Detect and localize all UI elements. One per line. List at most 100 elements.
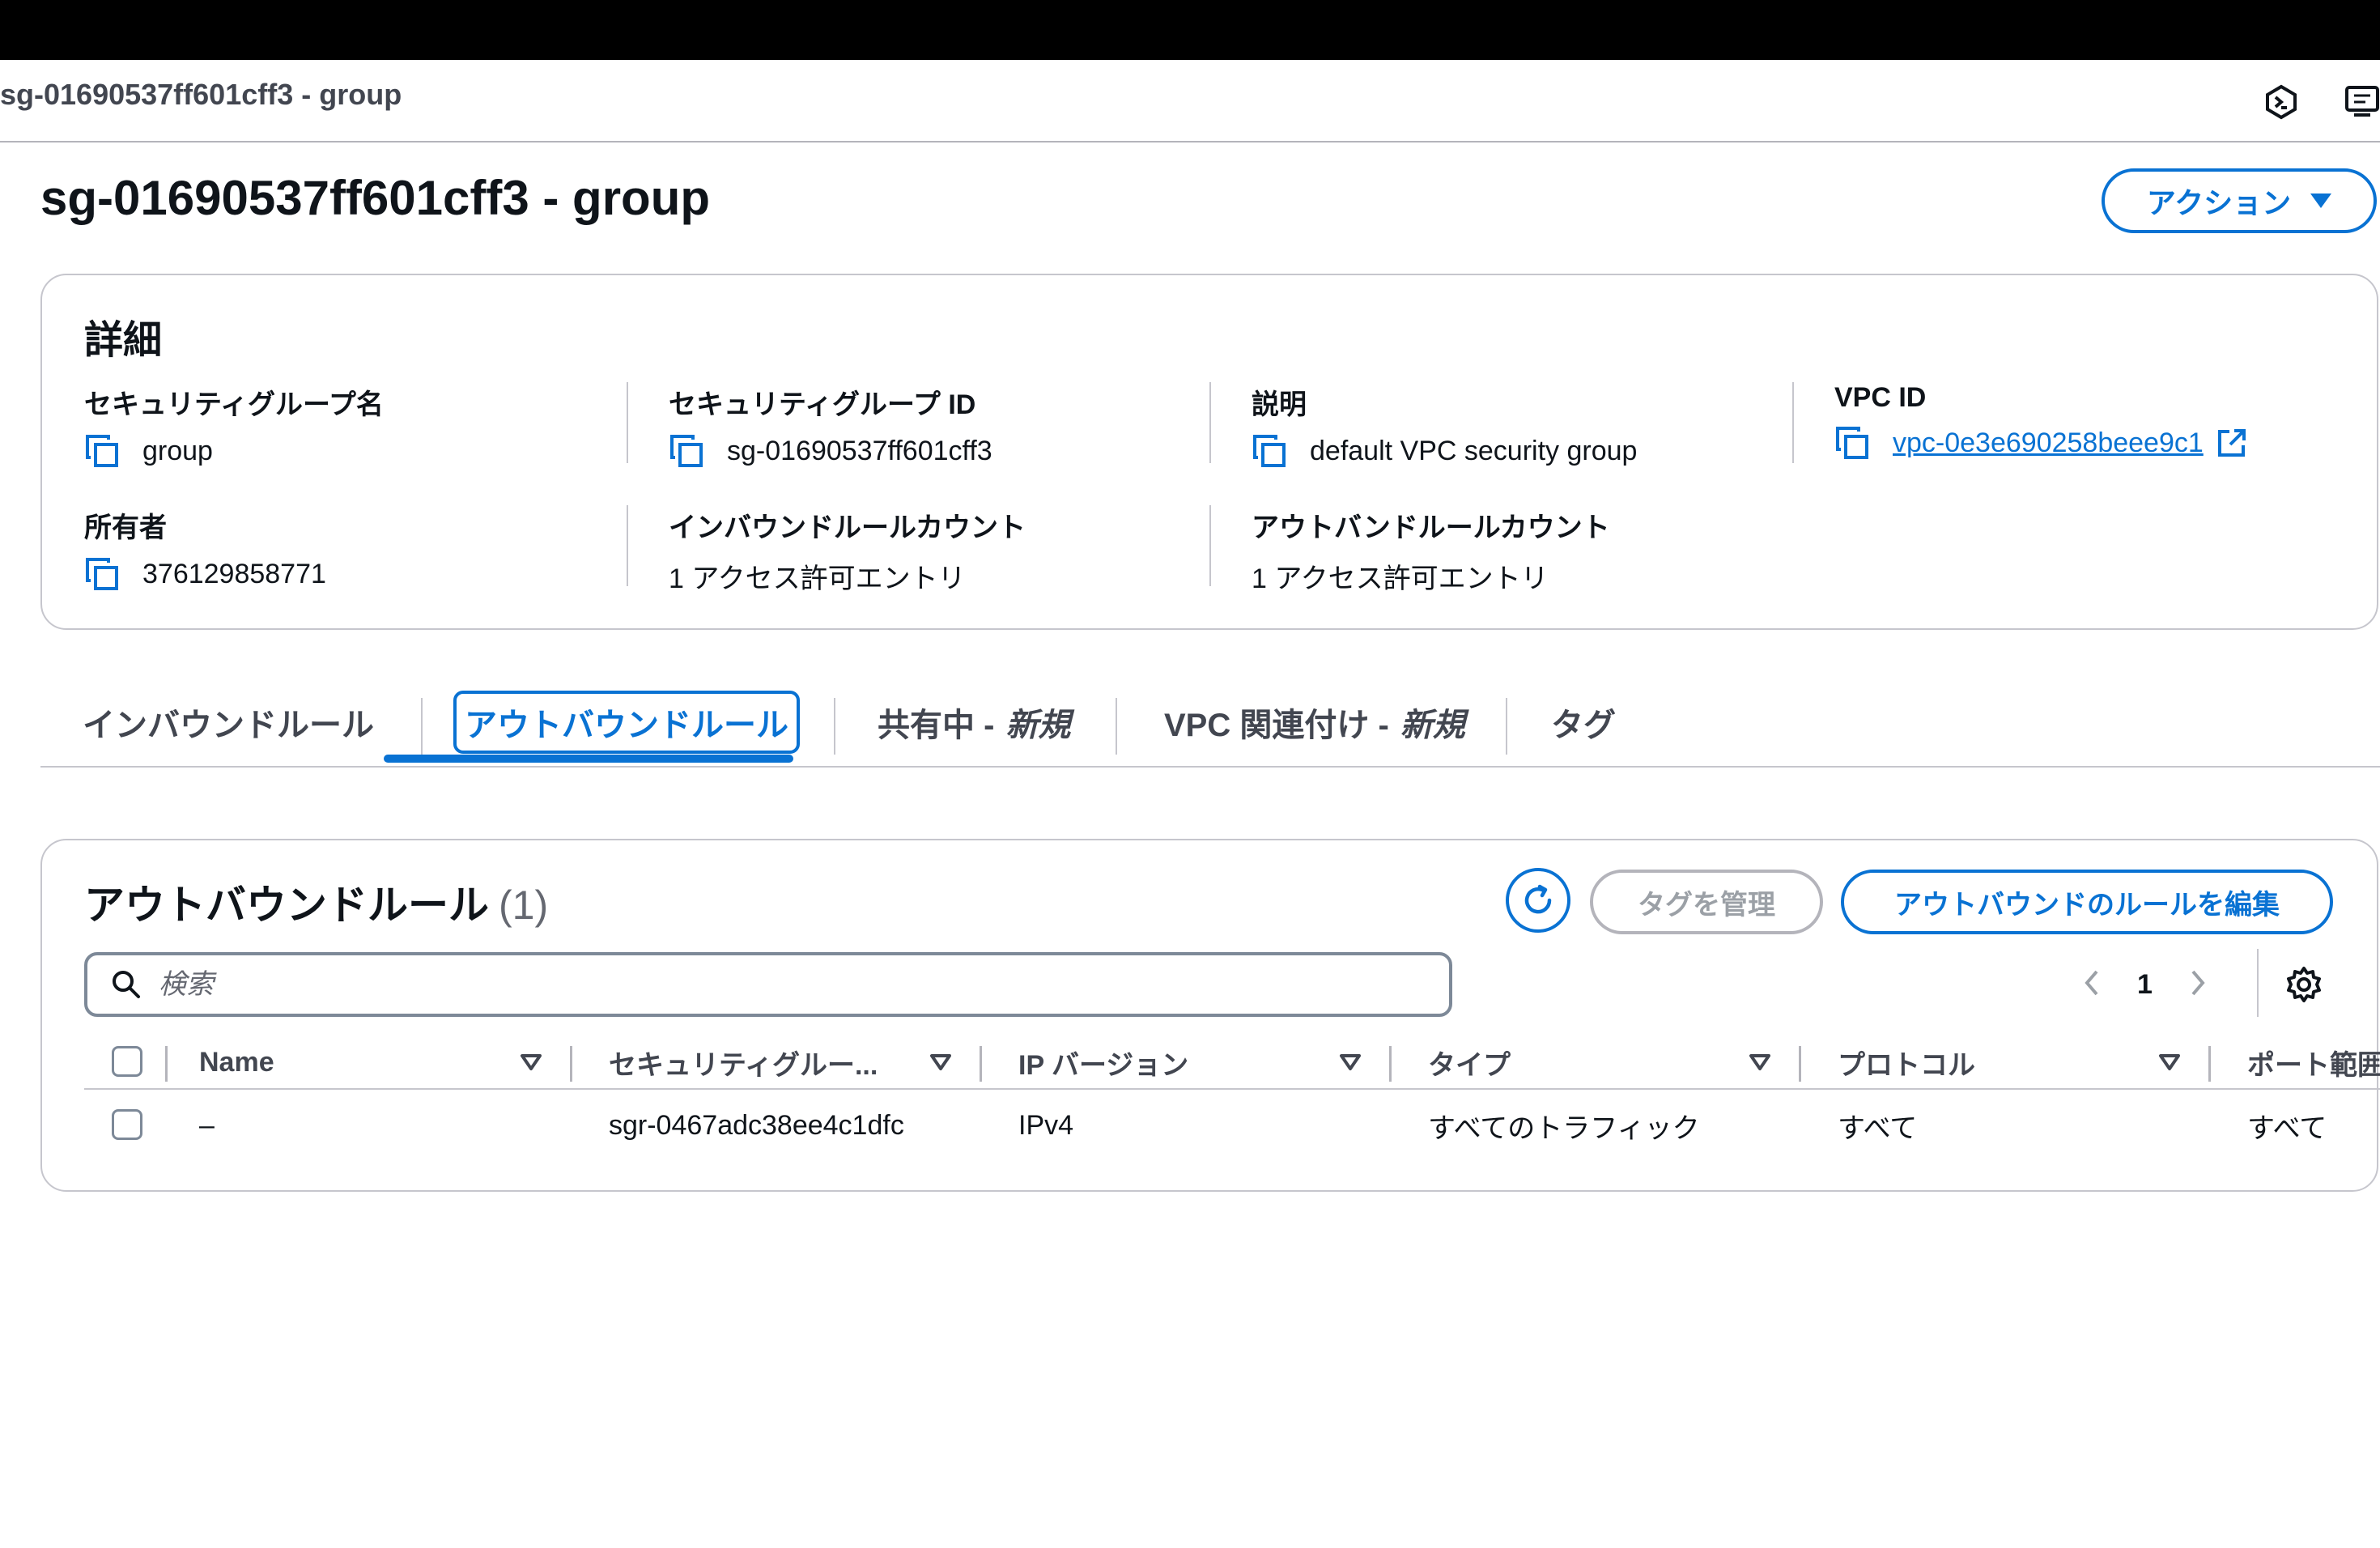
edit-outbound-rules-button[interactable]: アウトバウンドのルールを編集 bbox=[1841, 870, 2333, 934]
description-field: 説明 default VPC security group bbox=[1252, 382, 1637, 469]
tab-tags[interactable]: タグ bbox=[1551, 677, 1616, 768]
column-header-rule-id[interactable]: セキュリティグルー... bbox=[609, 1035, 878, 1090]
notifications-icon[interactable] bbox=[2340, 79, 2380, 125]
divider bbox=[1209, 382, 1211, 463]
inbound-count-label: インバウンドルールカウント bbox=[669, 512, 1026, 543]
new-badge: 新規 bbox=[1005, 708, 1071, 743]
copy-icon[interactable] bbox=[1834, 425, 1870, 461]
owner-field: 所有者 376129858771 bbox=[84, 505, 326, 592]
rules-heading: アウトバウンドルール (1) bbox=[84, 873, 548, 931]
sg-name-value: group bbox=[142, 435, 213, 466]
sort-icon[interactable] bbox=[1339, 1053, 1362, 1072]
external-link-icon bbox=[2217, 429, 2246, 457]
details-panel: 詳細 セキュリティグループ名 group セキュリティグループ ID sg-01… bbox=[40, 274, 2378, 630]
search-icon bbox=[113, 971, 140, 998]
tab-inbound-rules[interactable]: インバウンドルール bbox=[83, 677, 374, 768]
refresh-button[interactable] bbox=[1506, 868, 1570, 933]
sg-name-label: セキュリティグループ名 bbox=[84, 389, 384, 420]
tab-label: インバウンドルール bbox=[83, 708, 374, 743]
row-checkbox[interactable] bbox=[112, 1109, 142, 1140]
inbound-count-value: 1 アクセス許可エントリ bbox=[669, 563, 966, 594]
owner-value: 376129858771 bbox=[142, 558, 326, 589]
breadcrumb[interactable]: sg-01690537ff601cff3 - group bbox=[0, 78, 402, 112]
sg-name-field: セキュリティグループ名 group bbox=[84, 382, 384, 469]
cloud-shell-icon[interactable] bbox=[2259, 79, 2304, 125]
chevron-right-icon[interactable] bbox=[2188, 968, 2208, 1002]
sort-icon[interactable] bbox=[2158, 1053, 2181, 1072]
copy-icon[interactable] bbox=[84, 556, 120, 592]
cell-type: すべてのトラフィック bbox=[1428, 1112, 1700, 1144]
divider bbox=[627, 382, 628, 463]
tab-sharing[interactable]: 共有中 - 新規 bbox=[878, 677, 1070, 768]
divider bbox=[627, 505, 628, 586]
copy-icon[interactable] bbox=[669, 433, 704, 469]
cell-ip-version: IPv4 bbox=[1018, 1109, 1074, 1141]
divider bbox=[1209, 505, 1211, 586]
sort-icon[interactable] bbox=[1749, 1053, 1771, 1072]
page-number[interactable]: 1 bbox=[2137, 969, 2153, 1001]
tab-divider bbox=[421, 698, 423, 755]
tab-label: タグ bbox=[1551, 708, 1616, 743]
pagination: 1 bbox=[2082, 957, 2208, 1012]
column-header-name[interactable]: Name bbox=[199, 1035, 274, 1090]
table-header: Name セキュリティグルー... IP バージョン タイプ プロトコル ポート… bbox=[84, 1035, 2380, 1090]
manage-tags-button[interactable]: タグを管理 bbox=[1590, 870, 1823, 934]
cell-port-range: すべて bbox=[2247, 1112, 2327, 1144]
divider bbox=[1792, 382, 1794, 463]
outbound-rules-panel: アウトバウンドルール(1) タグを管理 アウトバウンドのルールを編集 1 bbox=[40, 839, 2380, 1192]
vpc-id-label: VPC ID bbox=[1834, 382, 1927, 413]
owner-label: 所有者 bbox=[84, 512, 167, 543]
search-input[interactable] bbox=[159, 968, 1373, 1001]
actions-label: アクション bbox=[2146, 186, 2292, 219]
column-header-ip-version[interactable]: IP バージョン bbox=[1018, 1035, 1188, 1090]
cell-protocol: すべて bbox=[1838, 1112, 1918, 1144]
description-value: default VPC security group bbox=[1310, 435, 1638, 466]
new-badge: 新規 bbox=[1400, 708, 1465, 743]
tab-label: 共有中 - bbox=[878, 708, 995, 743]
tab-divider bbox=[1506, 698, 1507, 755]
sg-id-value: sg-01690537ff601cff3 bbox=[727, 435, 992, 466]
outbound-count-field: アウトバンドルールカウント 1 アクセス許可エントリ bbox=[1252, 505, 1610, 596]
cell-name: – bbox=[199, 1109, 215, 1141]
column-resizer[interactable] bbox=[1389, 1046, 1392, 1082]
chevron-left-icon[interactable] bbox=[2082, 968, 2102, 1002]
inbound-count-field: インバウンドルールカウント 1 アクセス許可エントリ bbox=[669, 505, 1026, 596]
active-tab-indicator bbox=[384, 755, 793, 763]
vpc-id-field: VPC ID vpc-0e3e690258beee9c1 bbox=[1834, 382, 2247, 461]
column-resizer[interactable] bbox=[570, 1046, 572, 1082]
tab-label: アウトバウンドルール bbox=[453, 691, 800, 754]
tab-vpc-associations[interactable]: VPC 関連付け - 新規 bbox=[1164, 677, 1465, 768]
column-header-protocol[interactable]: プロトコル bbox=[1838, 1035, 1975, 1090]
gear-icon bbox=[2287, 967, 2321, 1002]
divider bbox=[2257, 949, 2259, 1017]
column-resizer[interactable] bbox=[1799, 1046, 1801, 1082]
caret-down-icon bbox=[2310, 194, 2332, 208]
tab-divider bbox=[834, 698, 835, 755]
table-settings-button[interactable] bbox=[2280, 960, 2328, 1009]
column-resizer[interactable] bbox=[980, 1046, 982, 1082]
column-header-port-range[interactable]: ポート範囲 bbox=[2247, 1035, 2380, 1090]
sg-id-label: セキュリティグループ ID bbox=[669, 389, 976, 420]
sort-icon[interactable] bbox=[520, 1053, 542, 1072]
sg-id-field: セキュリティグループ ID sg-01690537ff601cff3 bbox=[669, 382, 992, 469]
copy-icon[interactable] bbox=[84, 433, 120, 469]
vpc-id-value: vpc-0e3e690258beee9c1 bbox=[1893, 427, 2204, 458]
select-all-checkbox[interactable] bbox=[112, 1046, 142, 1077]
search-field[interactable] bbox=[84, 952, 1452, 1017]
details-heading: 詳細 bbox=[84, 319, 163, 362]
column-header-type[interactable]: タイプ bbox=[1428, 1035, 1511, 1090]
cell-rule-id: sgr-0467adc38ee4c1dfc bbox=[609, 1109, 904, 1141]
browser-top-bar bbox=[0, 0, 2380, 60]
sort-icon[interactable] bbox=[929, 1053, 952, 1072]
column-resizer[interactable] bbox=[165, 1046, 168, 1082]
copy-icon[interactable] bbox=[1252, 433, 1287, 469]
vpc-id-link[interactable]: vpc-0e3e690258beee9c1 bbox=[1893, 427, 2247, 459]
column-resizer[interactable] bbox=[2208, 1046, 2211, 1082]
description-label: 説明 bbox=[1252, 389, 1307, 420]
rules-title: アウトバウンドルール bbox=[84, 882, 489, 928]
table-row[interactable]: – sgr-0467adc38ee4c1dfc IPv4 すべてのトラフィック … bbox=[84, 1093, 2380, 1158]
tab-label: VPC 関連付け - bbox=[1164, 708, 1389, 743]
rules-count: (1) bbox=[499, 882, 549, 928]
outbound-count-value: 1 アクセス許可エントリ bbox=[1252, 563, 1549, 594]
actions-dropdown-button[interactable]: アクション bbox=[2102, 168, 2377, 233]
